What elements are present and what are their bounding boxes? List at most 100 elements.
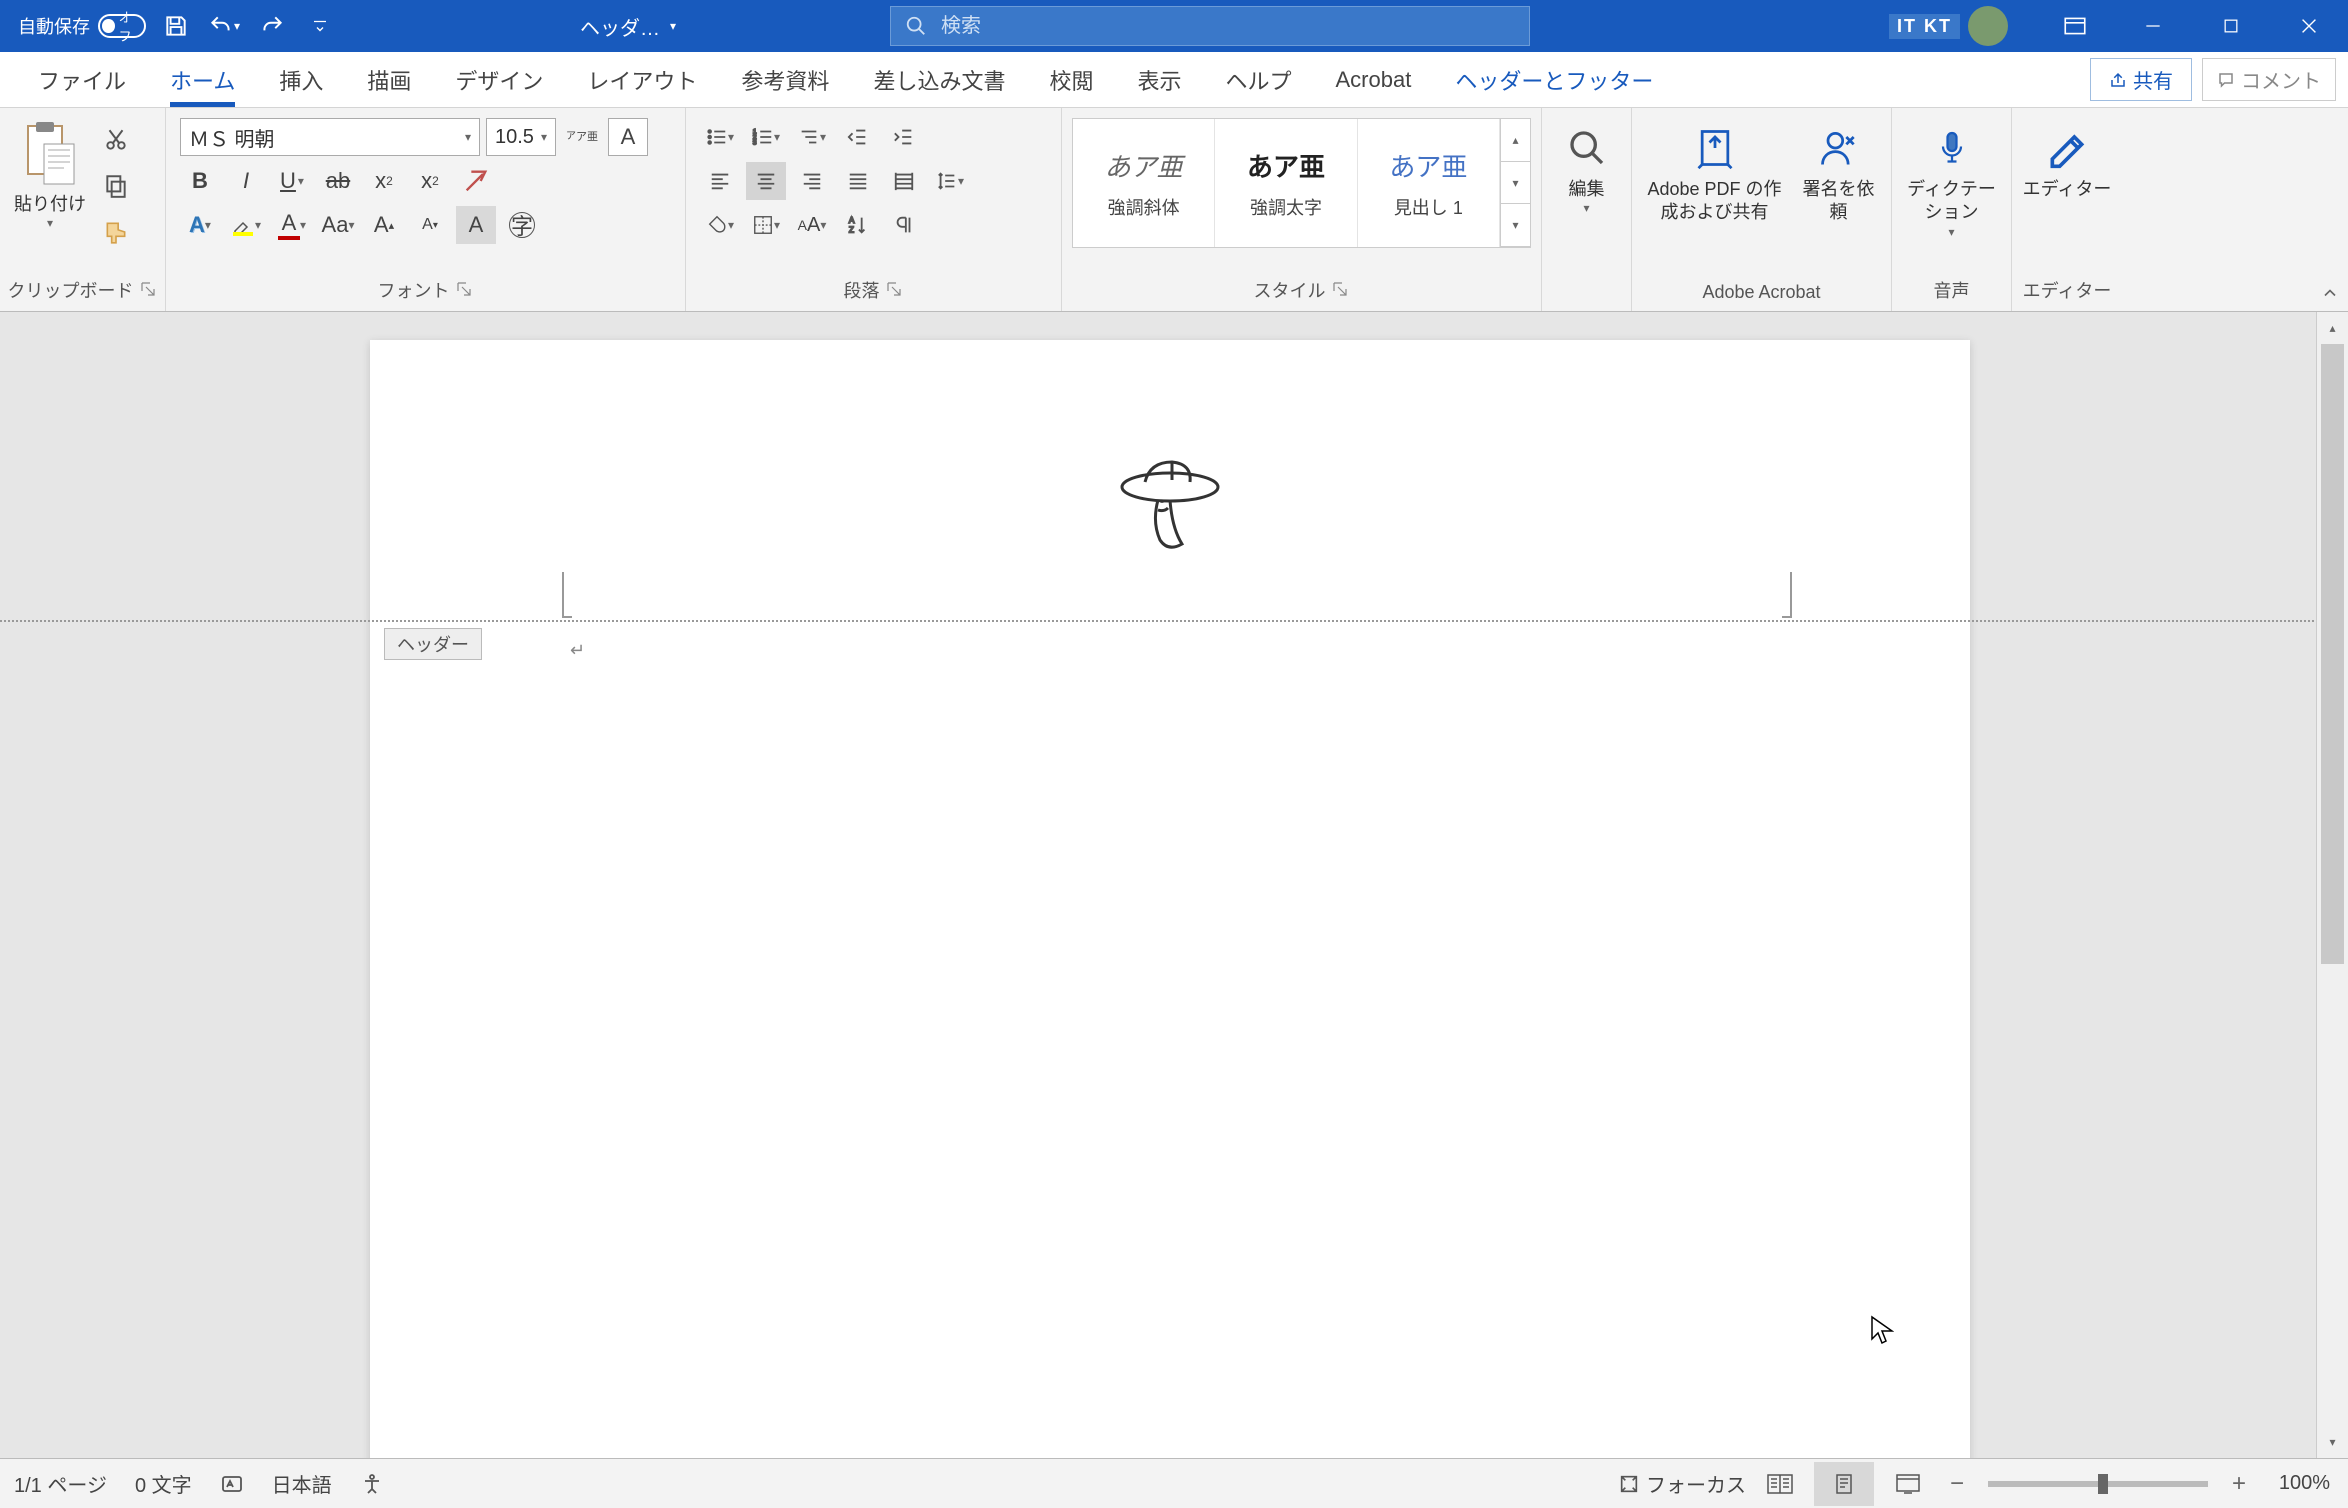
tab-home[interactable]: ホーム bbox=[148, 52, 257, 107]
styles-scroll-down[interactable]: ▾ bbox=[1501, 162, 1530, 205]
styles-expand[interactable]: ▾ bbox=[1501, 204, 1530, 247]
font-size-combo[interactable]: 10.5▾ bbox=[486, 118, 556, 156]
tab-acrobat[interactable]: Acrobat bbox=[1314, 52, 1434, 107]
bold-button[interactable]: B bbox=[180, 162, 220, 200]
style-emphasis-italic[interactable]: あア亜 強調斜体 bbox=[1073, 119, 1215, 247]
zoom-percent[interactable]: 100% bbox=[2258, 1472, 2338, 1495]
scroll-thumb[interactable] bbox=[2321, 344, 2344, 964]
font-color-button[interactable]: A▾ bbox=[272, 206, 312, 244]
focus-button[interactable]: フォーカス bbox=[1618, 1469, 1746, 1498]
close-button[interactable] bbox=[2270, 0, 2348, 52]
zoom-out-button[interactable]: − bbox=[1942, 1470, 1972, 1498]
request-sign-button[interactable]: 署名を依頼 bbox=[1794, 114, 1884, 233]
char-shading-button[interactable]: A bbox=[456, 206, 496, 244]
tab-file[interactable]: ファイル bbox=[16, 52, 148, 107]
font-name-combo[interactable]: ＭＳ 明朝▾ bbox=[180, 118, 480, 156]
subscript-button[interactable]: x2 bbox=[364, 162, 404, 200]
italic-button[interactable]: I bbox=[226, 162, 266, 200]
tab-review[interactable]: 校閲 bbox=[1027, 52, 1115, 107]
document-area[interactable]: ヘッダー ↵ bbox=[0, 312, 2316, 1458]
char-scale-button[interactable]: AA▾ bbox=[792, 206, 832, 244]
text-effects-button[interactable]: A▾ bbox=[180, 206, 220, 244]
search-box[interactable] bbox=[890, 6, 1530, 46]
avatar[interactable] bbox=[1968, 6, 2008, 46]
undo-button[interactable]: ▾ bbox=[206, 8, 242, 44]
accessibility-icon[interactable] bbox=[360, 1472, 384, 1496]
scroll-down-button[interactable]: ▾ bbox=[2317, 1426, 2348, 1458]
bullets-button[interactable]: ▾ bbox=[700, 118, 740, 156]
word-count[interactable]: 0 文字 bbox=[135, 1469, 192, 1498]
highlight-button[interactable]: ▾ bbox=[226, 206, 266, 244]
style-heading-1[interactable]: あア亜 見出し 1 bbox=[1358, 119, 1500, 247]
strikethrough-button[interactable]: ab bbox=[318, 162, 358, 200]
page-count[interactable]: 1/1 ページ bbox=[14, 1469, 107, 1498]
change-case-button[interactable]: Aa▾ bbox=[318, 206, 358, 244]
tab-references[interactable]: 参考資料 bbox=[719, 52, 851, 107]
paste-button[interactable]: 貼り付け ▾ bbox=[6, 114, 94, 230]
autosave-toggle[interactable]: 自動保存 オフ bbox=[18, 13, 146, 39]
tab-design[interactable]: デザイン bbox=[433, 52, 565, 107]
shrink-font-button[interactable]: A▾ bbox=[410, 206, 450, 244]
borders-button[interactable]: ▾ bbox=[746, 206, 786, 244]
scroll-up-button[interactable]: ▴ bbox=[2317, 312, 2348, 344]
tab-insert[interactable]: 挿入 bbox=[257, 52, 345, 107]
show-marks-button[interactable] bbox=[884, 206, 924, 244]
tab-view[interactable]: 表示 bbox=[1115, 52, 1203, 107]
numbering-button[interactable]: 123▾ bbox=[746, 118, 786, 156]
language-status[interactable]: 日本語 bbox=[272, 1469, 332, 1498]
superscript-button[interactable]: x2 bbox=[410, 162, 450, 200]
clipboard-launcher[interactable] bbox=[140, 281, 158, 299]
format-painter-button[interactable] bbox=[98, 214, 134, 250]
tab-draw[interactable]: 描画 bbox=[345, 52, 433, 107]
styles-launcher[interactable] bbox=[1332, 281, 1350, 299]
maximize-button[interactable] bbox=[2192, 0, 2270, 52]
distribute-button[interactable] bbox=[884, 162, 924, 200]
save-icon[interactable] bbox=[158, 8, 194, 44]
ribbon-mode-icon[interactable] bbox=[2036, 0, 2114, 52]
enclose-char-button[interactable]: 字 bbox=[502, 206, 542, 244]
multilevel-button[interactable]: ▾ bbox=[792, 118, 832, 156]
minimize-button[interactable] bbox=[2114, 0, 2192, 52]
web-layout-button[interactable] bbox=[1878, 1462, 1938, 1506]
tab-header-footer[interactable]: ヘッダーとフッター bbox=[1433, 52, 1675, 107]
qat-customize-icon[interactable] bbox=[302, 8, 338, 44]
zoom-slider[interactable] bbox=[1988, 1481, 2208, 1487]
cut-button[interactable] bbox=[98, 122, 134, 158]
edit-button[interactable]: 編集 ▾ bbox=[1557, 114, 1617, 223]
editor-button[interactable]: エディター bbox=[2019, 114, 2116, 209]
header-region[interactable] bbox=[370, 340, 1970, 622]
collapse-ribbon-icon[interactable] bbox=[2320, 283, 2340, 303]
zoom-slider-thumb[interactable] bbox=[2098, 1474, 2108, 1494]
clear-format-button[interactable] bbox=[456, 162, 496, 200]
grow-font-button[interactable]: A▴ bbox=[364, 206, 404, 244]
justify-button[interactable] bbox=[838, 162, 878, 200]
zoom-in-button[interactable]: + bbox=[2224, 1470, 2254, 1498]
styles-scroll-up[interactable]: ▴ bbox=[1501, 119, 1530, 162]
user-tag[interactable]: IT KT bbox=[1889, 14, 1960, 39]
read-mode-button[interactable] bbox=[1750, 1462, 1810, 1506]
document-title[interactable]: ヘッダ… ▾ bbox=[580, 12, 676, 41]
align-center-button[interactable] bbox=[746, 162, 786, 200]
page[interactable]: ヘッダー ↵ bbox=[370, 340, 1970, 1458]
ruby-button[interactable]: アア亜 bbox=[562, 118, 602, 156]
decrease-indent-button[interactable] bbox=[838, 118, 878, 156]
shading-button[interactable]: ▾ bbox=[700, 206, 740, 244]
create-pdf-button[interactable]: Adobe PDF の作成および共有 bbox=[1640, 114, 1790, 233]
comment-button[interactable]: コメント bbox=[2202, 58, 2336, 101]
increase-indent-button[interactable] bbox=[884, 118, 924, 156]
paragraph-launcher[interactable] bbox=[886, 281, 904, 299]
line-spacing-button[interactable]: ▾ bbox=[930, 162, 970, 200]
style-emphasis-bold[interactable]: あア亜 強調太字 bbox=[1215, 119, 1357, 247]
align-right-button[interactable] bbox=[792, 162, 832, 200]
underline-button[interactable]: U▾ bbox=[272, 162, 312, 200]
print-layout-button[interactable] bbox=[1814, 1462, 1874, 1506]
redo-button[interactable] bbox=[254, 8, 290, 44]
char-border-button[interactable]: A bbox=[608, 118, 648, 156]
dictation-button[interactable]: ディクテーション ▾ bbox=[1898, 114, 2005, 247]
vertical-scrollbar[interactable]: ▴ ▾ bbox=[2316, 312, 2348, 1458]
sort-button[interactable]: AZ bbox=[838, 206, 878, 244]
tab-mailings[interactable]: 差し込み文書 bbox=[851, 52, 1027, 107]
font-launcher[interactable] bbox=[456, 281, 474, 299]
copy-button[interactable] bbox=[98, 168, 134, 204]
share-button[interactable]: 共有 bbox=[2090, 58, 2192, 101]
